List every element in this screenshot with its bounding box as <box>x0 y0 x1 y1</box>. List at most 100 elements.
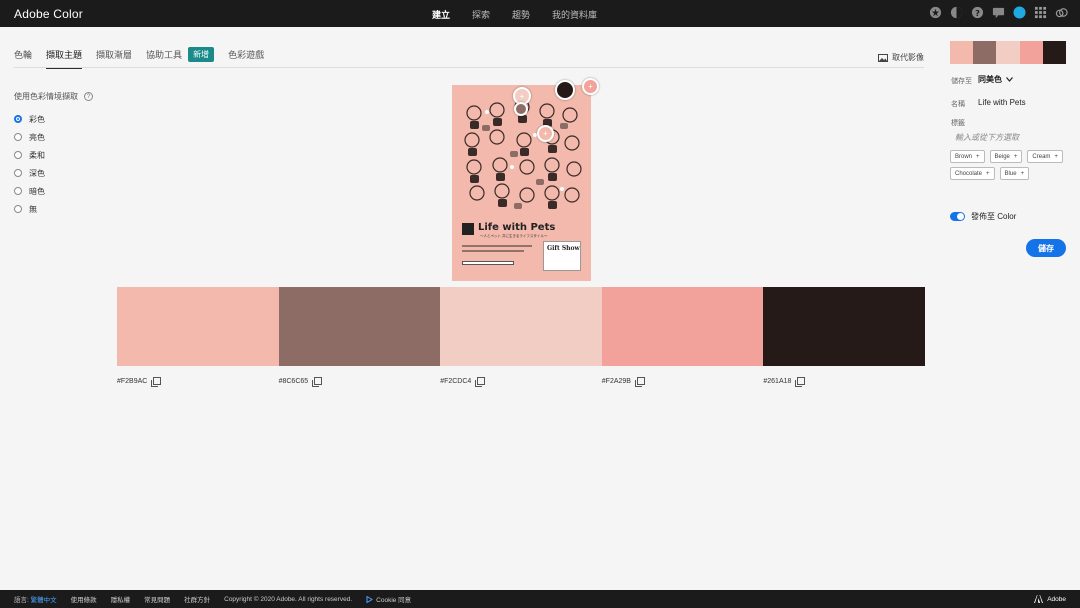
help-icon[interactable]: ? <box>971 6 984 19</box>
tab-extract-theme[interactable]: 擷取主題 <box>46 48 83 69</box>
tag-chip[interactable]: Chocolate + <box>950 167 995 180</box>
theme-icon[interactable] <box>950 6 963 19</box>
mood-title: 使用色彩情境擷取 ? <box>14 91 93 102</box>
nav-my-library[interactable]: 我的資料庫 <box>552 8 597 21</box>
tab-accessibility-tools[interactable]: 協助工具 <box>146 48 182 69</box>
preview-swatch <box>950 41 974 64</box>
tag-label: Beige <box>994 153 1010 160</box>
tag-label: Cream <box>1032 153 1051 160</box>
radio[interactable] <box>14 187 22 195</box>
privacy-link[interactable]: 隱私權 <box>111 594 131 604</box>
terms-link[interactable]: 使用條款 <box>71 594 97 604</box>
source-image[interactable]: Life with Pets 〜人とペット 共に生きるライフスタイル〜 Gift… <box>452 78 599 281</box>
hex-value[interactable]: #F2B9AC <box>117 378 147 385</box>
swatch[interactable] <box>440 287 602 366</box>
tag-chip[interactable]: Brown + <box>950 150 985 163</box>
tag-label: Chocolate <box>955 170 983 177</box>
image-icon <box>878 53 888 62</box>
swatch[interactable] <box>763 287 925 366</box>
mood-option-dark[interactable]: 暗色 <box>14 182 45 200</box>
hex-value[interactable]: #F2A29B <box>602 378 631 385</box>
avatar[interactable] <box>1013 6 1026 19</box>
copy-icon[interactable] <box>312 377 323 387</box>
language-value[interactable]: 繁體中文 <box>31 597 57 604</box>
color-picker-handle[interactable]: + <box>537 125 554 142</box>
hex-item: #F2A29B <box>602 377 764 387</box>
name-field[interactable]: Life with Pets <box>978 98 1026 107</box>
palette-preview <box>950 41 1067 64</box>
mood-option-colorful[interactable]: 彩色 <box>14 110 45 128</box>
tab-color-wheel[interactable]: 色輪 <box>14 48 32 69</box>
tag-chip[interactable]: Beige + <box>989 150 1023 163</box>
radio[interactable] <box>14 169 22 177</box>
app-title[interactable]: Adobe Color <box>14 7 83 21</box>
color-picker-handle[interactable] <box>555 80 575 100</box>
mood-option-label: 暗色 <box>29 186 45 196</box>
radio[interactable] <box>14 205 22 213</box>
faq-link[interactable]: 常見問題 <box>144 594 170 604</box>
hex-codes: #F2B9AC #8C6C65 #F2CDC4 #F2A29B #261A18 <box>117 377 925 387</box>
poster-text-line <box>462 250 524 252</box>
cookie-link[interactable]: Cookie 同意 <box>366 594 411 604</box>
language-selector[interactable]: 語言: 繁體中文 <box>14 594 57 604</box>
mood-option-muted[interactable]: 柔和 <box>14 146 45 164</box>
adobe-label: Adobe <box>1047 595 1066 603</box>
nav-explore[interactable]: 探索 <box>472 8 490 21</box>
feedback-icon[interactable] <box>992 6 1005 19</box>
new-badge: 新增 <box>188 47 215 62</box>
plus-icon: + <box>986 170 990 177</box>
tag-chip[interactable]: Cream + <box>1027 150 1063 163</box>
save-button[interactable]: 儲存 <box>1026 239 1066 257</box>
publish-toggle[interactable] <box>950 212 965 221</box>
community-link[interactable]: 社群方針 <box>184 594 210 604</box>
copy-icon[interactable] <box>795 377 806 387</box>
adobe-logo[interactable]: Adobe <box>1034 595 1066 603</box>
mood-option-label: 無 <box>29 204 37 214</box>
hex-item: #F2CDC4 <box>440 377 602 387</box>
mode-tabs: 色輪 擷取主題 擷取漸層 協助工具 新增 色彩遊戲 <box>14 47 278 69</box>
swatch[interactable] <box>117 287 279 366</box>
info-icon[interactable]: ? <box>84 92 93 101</box>
replace-image-button[interactable]: 取代影像 <box>878 52 924 63</box>
top-bar: Adobe Color 建立 探索 趨勢 我的資料庫 ? <box>0 0 1080 27</box>
mood-option-deep[interactable]: 深色 <box>14 164 45 182</box>
library-value: 同美色 <box>978 75 1002 84</box>
star-icon[interactable] <box>929 6 942 19</box>
swatch[interactable] <box>601 287 764 366</box>
copy-icon[interactable] <box>634 377 645 387</box>
tag-label: Blue <box>1004 170 1017 177</box>
nav-trends[interactable]: 趨勢 <box>512 8 530 21</box>
plus-icon: + <box>976 153 980 160</box>
library-select[interactable]: 同美色 <box>978 74 1013 85</box>
swatch[interactable] <box>278 287 441 366</box>
copy-icon[interactable] <box>475 377 486 387</box>
mood-option-label: 亮色 <box>29 132 45 142</box>
tab-color-game[interactable]: 色彩遊戲 <box>228 48 264 69</box>
mood-option-bright[interactable]: 亮色 <box>14 128 45 146</box>
hex-item: #261A18 <box>763 377 925 387</box>
plus-icon: + <box>1013 153 1018 160</box>
hex-value[interactable]: #8C6C65 <box>279 378 309 385</box>
adobe-icon <box>1034 595 1044 603</box>
tag-chip[interactable]: Blue + <box>999 167 1030 180</box>
hex-item: #8C6C65 <box>279 377 441 387</box>
apps-grid-icon[interactable] <box>1034 6 1047 19</box>
hex-value[interactable]: #261A18 <box>763 378 791 385</box>
preview-swatch <box>973 41 997 64</box>
tag-label: Brown <box>955 153 973 160</box>
hex-value[interactable]: #F2CDC4 <box>440 378 471 385</box>
creative-cloud-icon[interactable] <box>1055 6 1068 19</box>
tags-input[interactable]: 輸入或從下方選取 <box>955 132 1019 143</box>
tab-extract-gradient[interactable]: 擷取漸層 <box>96 48 132 69</box>
mood-option-none[interactable]: 無 <box>14 200 45 218</box>
radio[interactable] <box>14 151 22 159</box>
radio-selected[interactable] <box>14 115 22 123</box>
color-picker-handle[interactable]: + <box>582 78 599 95</box>
radio[interactable] <box>14 133 22 141</box>
color-picker-handle[interactable] <box>514 102 528 116</box>
nav-create[interactable]: 建立 <box>432 8 450 21</box>
tag-suggestions: Brown + Beige + Cream + Chocolate + Blue + <box>950 150 1070 180</box>
plus-icon: + <box>1054 153 1058 160</box>
copy-icon[interactable] <box>151 377 162 387</box>
poster-title: Life with Pets <box>478 222 556 233</box>
